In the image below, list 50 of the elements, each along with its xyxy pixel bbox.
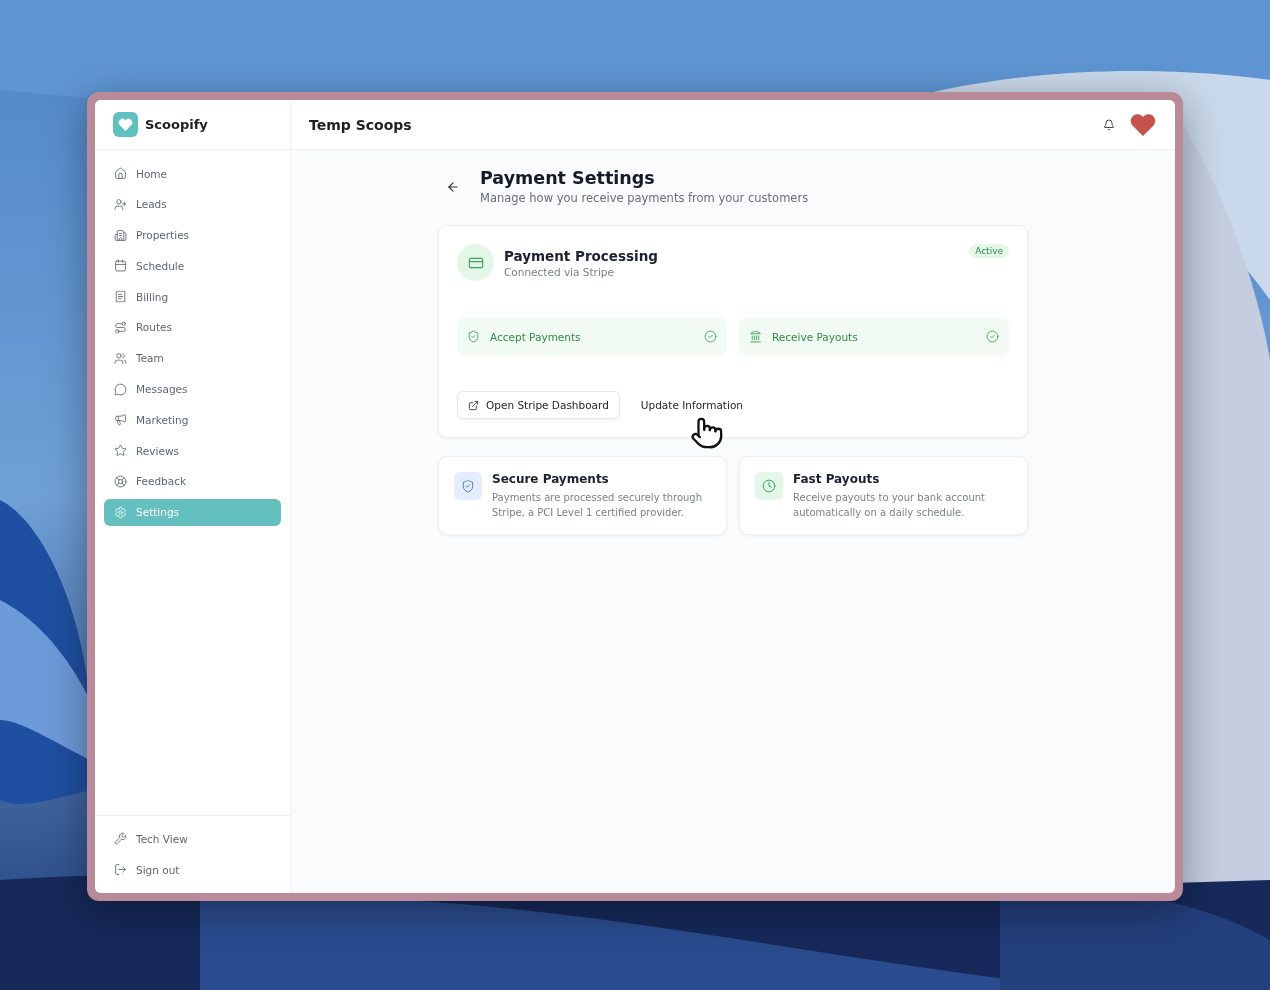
- users-icon: [114, 351, 127, 365]
- nav-item[interactable]: Tech View: [104, 825, 281, 852]
- route-icon: [114, 321, 127, 334]
- feature-label: Accept Payments: [490, 330, 582, 343]
- nav-item[interactable]: Schedule: [104, 252, 281, 280]
- page-subtitle: Manage how you receive payments from your customers: [480, 191, 809, 205]
- info-text: Receive payouts to your bank account automatically on a daily schedule.: [793, 491, 986, 520]
- nav-item[interactable]: Billing: [104, 283, 281, 311]
- nav-item[interactable]: Leads: [104, 190, 281, 218]
- clock-icon: [755, 472, 783, 500]
- page-title: Payment Settings: [480, 168, 656, 188]
- nav-item[interactable]: Marketing: [104, 406, 281, 434]
- nav-item[interactable]: Team: [104, 344, 281, 372]
- bell-icon[interactable]: [1103, 118, 1115, 131]
- building-icon: [114, 228, 127, 242]
- dashboard-button[interactable]: Open Stripe Dashboard: [457, 391, 620, 419]
- feature-label: Receive Payouts: [772, 330, 859, 343]
- user-plus-icon: [114, 197, 127, 211]
- nav-item[interactable]: Sign out: [104, 856, 281, 883]
- avatar-icon[interactable]: [1129, 112, 1157, 137]
- header-title: Temp Scoops: [309, 116, 413, 133]
- status-badge: Active: [969, 244, 1009, 258]
- nav-item[interactable]: Reviews: [104, 437, 281, 465]
- logo-icon: [113, 112, 138, 137]
- nav-item[interactable]: Home: [104, 160, 281, 187]
- nav-item[interactable]: Feedback: [104, 467, 281, 495]
- card-icon: [457, 244, 494, 281]
- info-title: Secure Payments: [492, 472, 610, 486]
- megaphone-icon: [114, 413, 127, 427]
- receipt-icon: [114, 290, 127, 304]
- nav-item[interactable]: Messages: [104, 375, 281, 403]
- info-title: Fast Payouts: [793, 472, 881, 486]
- home-icon: [114, 167, 127, 180]
- shield-check-icon: [454, 472, 482, 500]
- bank-icon: [749, 330, 762, 343]
- card-subtitle: Connected via Stripe: [504, 265, 615, 278]
- nav-item[interactable]: Properties: [104, 221, 281, 249]
- wrench-icon: [114, 832, 127, 845]
- card-title: Payment Processing: [504, 247, 658, 264]
- external-link-icon: [468, 399, 479, 411]
- calendar-icon: [114, 259, 127, 273]
- info-text: Payments are processed securely through Stripe, a PCI Level 1 certified provider.: [492, 491, 704, 520]
- shield-check-icon: [467, 330, 480, 343]
- nav-item[interactable]: Routes: [104, 314, 281, 341]
- settings-icon: [114, 505, 127, 519]
- star-icon: [114, 444, 127, 458]
- chat-bubble-icon: [114, 382, 127, 396]
- lifebuoy-icon: [114, 474, 127, 488]
- brand-name: Scoopify: [145, 117, 208, 132]
- sign-out-icon: [114, 863, 127, 876]
